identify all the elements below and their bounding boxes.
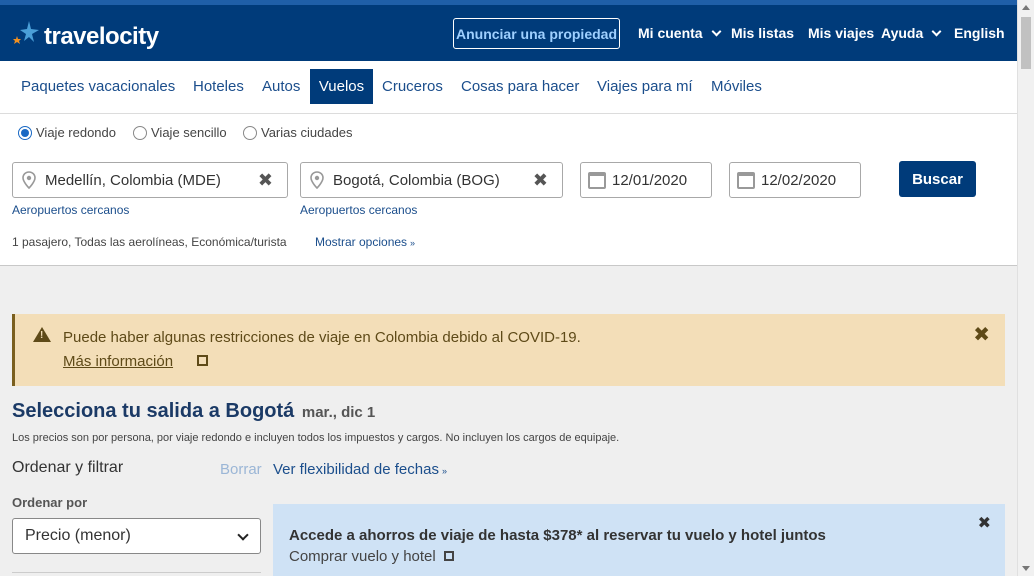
- product-tabs: Paquetes vacacionales Hoteles Autos Vuel…: [0, 61, 1017, 113]
- double-chevron-down-icon: »: [441, 466, 447, 476]
- close-promo-icon[interactable]: ✖: [978, 513, 991, 533]
- tab-cruises[interactable]: Cruceros: [374, 69, 451, 104]
- warning-icon: !: [33, 327, 51, 342]
- origin-value: Medellín, Colombia (MDE): [45, 171, 221, 189]
- tab-vacation-packages[interactable]: Paquetes vacacionales: [13, 69, 183, 104]
- calendar-icon: [588, 171, 606, 189]
- tab-things-to-do[interactable]: Cosas para hacer: [453, 69, 587, 104]
- travelocity-logo[interactable]: travelocity: [12, 19, 159, 51]
- external-link-icon: [197, 355, 209, 366]
- double-chevron-down-icon: »: [410, 238, 416, 248]
- chevron-down-icon: [237, 529, 249, 541]
- results-heading-date: mar., dic 1: [301, 404, 376, 421]
- flight-search-form: Viaje redondo Viaje sencillo Varias ciud…: [0, 113, 1017, 266]
- radio-icon: [243, 125, 257, 140]
- depart-date-value: 12/01/2020: [612, 171, 688, 189]
- nav-my-trips[interactable]: Mis viajes: [808, 25, 874, 41]
- return-date-input[interactable]: 12/02/2020: [729, 162, 861, 198]
- clear-destination-icon[interactable]: ✖: [533, 170, 548, 191]
- promo-title: Accede a ahorros de viaje de hasta $378*…: [289, 527, 826, 544]
- show-options-label: Mostrar opciones: [315, 235, 408, 249]
- origin-nearby-airports-link[interactable]: Aeropuertos cercanos: [12, 203, 129, 217]
- alert-text: Puede haber algunas restricciones de via…: [63, 329, 581, 346]
- destination-value: Bogotá, Colombia (BOG): [333, 171, 500, 189]
- more-info-link[interactable]: Más información: [63, 353, 209, 370]
- trip-type-label: Varias ciudades: [261, 125, 353, 140]
- depart-date-input[interactable]: 12/01/2020: [580, 162, 712, 198]
- nav-my-account-label: Mi cuenta: [638, 25, 703, 41]
- tab-hotels[interactable]: Hoteles: [185, 69, 252, 104]
- trip-type-label: Viaje redondo: [36, 125, 116, 140]
- trip-type-multi-city[interactable]: Varias ciudades: [243, 125, 353, 140]
- scroll-down-arrow-icon[interactable]: [1022, 566, 1030, 571]
- destination-nearby-airports-link[interactable]: Aeropuertos cercanos: [300, 203, 417, 217]
- nav-my-lists[interactable]: Mis listas: [731, 25, 794, 41]
- buy-flight-hotel-link[interactable]: Comprar vuelo y hotel: [289, 548, 454, 565]
- buy-flight-hotel-label: Comprar vuelo y hotel: [289, 548, 436, 565]
- tab-trips-for-me[interactable]: Viajes para mí: [589, 69, 701, 104]
- logo-text: travelocity: [44, 23, 159, 50]
- external-link-icon: [443, 551, 454, 561]
- covid-alert-banner: ! Puede haber algunas restricciones de v…: [12, 314, 1005, 386]
- tab-cars[interactable]: Autos: [254, 69, 308, 104]
- chevron-down-icon: [931, 26, 942, 36]
- page-scrollbar[interactable]: [1017, 0, 1034, 576]
- location-pin-icon: [310, 171, 324, 189]
- scrollbar-thumb[interactable]: [1021, 17, 1031, 69]
- chevron-down-icon: [711, 26, 722, 36]
- show-options-link[interactable]: Mostrar opciones»: [315, 235, 415, 249]
- origin-input[interactable]: Medellín, Colombia (MDE) ✖: [12, 162, 288, 198]
- nav-my-account[interactable]: Mi cuenta: [638, 25, 722, 41]
- destination-input[interactable]: Bogotá, Colombia (BOG) ✖: [300, 162, 563, 198]
- sort-by-select[interactable]: Precio (menor): [12, 518, 261, 554]
- radio-icon: [133, 125, 147, 140]
- tab-flights[interactable]: Vuelos: [310, 69, 373, 104]
- nav-help-label: Ayuda: [881, 25, 924, 41]
- flexible-dates-label: Ver flexibilidad de fechas: [273, 461, 439, 478]
- price-note: Los precios son por persona, por viaje r…: [12, 432, 620, 444]
- clear-filters-button[interactable]: Borrar: [220, 461, 262, 478]
- clear-origin-icon[interactable]: ✖: [258, 170, 273, 191]
- tab-mobile[interactable]: Móviles: [703, 69, 770, 104]
- sort-by-value: Precio (menor): [25, 527, 131, 544]
- divider: [12, 572, 261, 573]
- location-pin-icon: [22, 171, 36, 189]
- return-date-value: 12/02/2020: [761, 171, 837, 189]
- trip-type-round-trip[interactable]: Viaje redondo: [18, 125, 116, 140]
- trip-type-one-way[interactable]: Viaje sencillo: [133, 125, 227, 140]
- sort-filter-title: Ordenar y filtrar: [12, 459, 124, 476]
- calendar-icon: [737, 171, 755, 189]
- site-header: travelocity Anunciar una propiedad Mi cu…: [0, 0, 1017, 61]
- search-button[interactable]: Buscar: [899, 161, 976, 197]
- flexible-dates-link[interactable]: Ver flexibilidad de fechas»: [273, 461, 447, 478]
- nav-language[interactable]: English: [954, 25, 1005, 41]
- bundle-promo-banner: Accede a ahorros de viaje de hasta $378*…: [273, 504, 1005, 576]
- advertise-property-button[interactable]: Anunciar una propiedad: [453, 18, 620, 49]
- sort-by-label: Ordenar por: [12, 495, 88, 510]
- close-alert-icon[interactable]: ✖: [973, 322, 990, 347]
- scroll-up-arrow-icon[interactable]: [1022, 5, 1030, 10]
- results-heading-text: Selecciona tu salida a Bogotá: [12, 400, 295, 422]
- results-heading: Selecciona tu salida a Bogotá mar., dic …: [12, 400, 375, 423]
- more-info-label: Más información: [63, 353, 174, 370]
- logo-star-icon: [13, 21, 39, 44]
- passengers-summary: 1 pasajero, Todas las aerolíneas, Económ…: [12, 235, 287, 249]
- radio-selected-icon: [18, 125, 32, 140]
- nav-help[interactable]: Ayuda: [881, 25, 942, 41]
- trip-type-label: Viaje sencillo: [151, 125, 227, 140]
